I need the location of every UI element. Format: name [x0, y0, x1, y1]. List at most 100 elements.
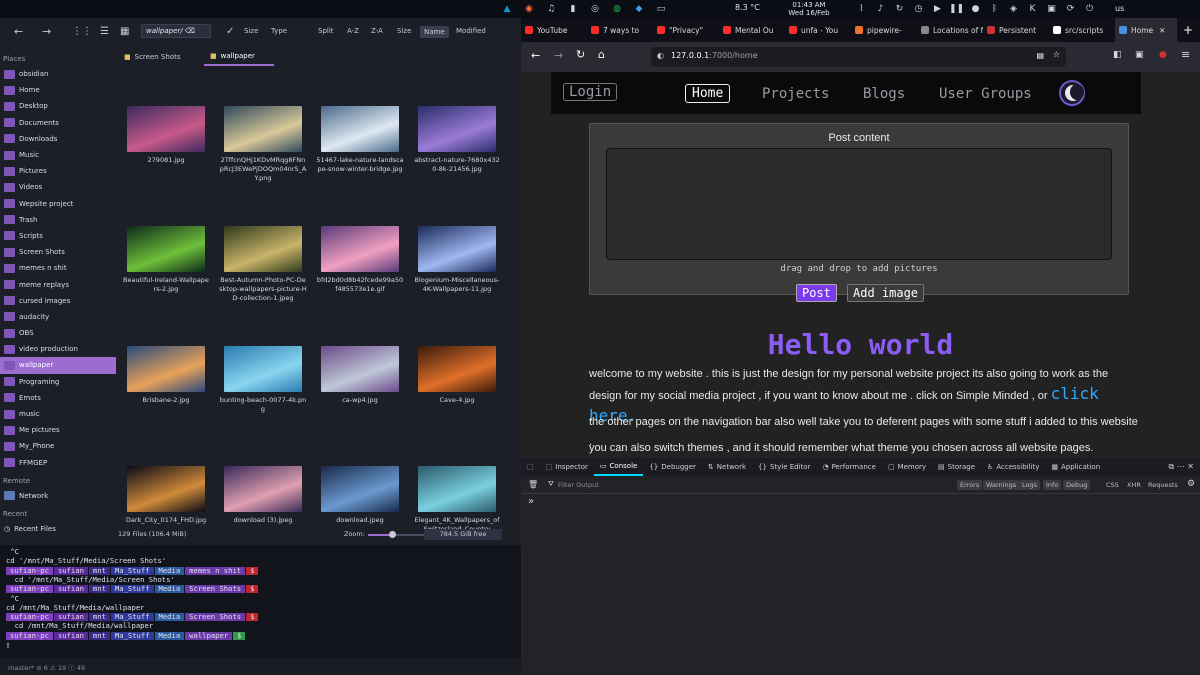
back-icon[interactable]: ←	[14, 25, 23, 38]
browser-tab[interactable]: src/scripts	[1049, 18, 1115, 42]
settings-icon[interactable]: ⚙	[1187, 479, 1195, 489]
devtools-tab-application[interactable]: ▦ Application	[1045, 458, 1106, 476]
sidebar-item-my-phone[interactable]: My_Phone	[0, 438, 116, 454]
nav-blogs[interactable]: Blogs	[858, 84, 910, 104]
file-item[interactable]: bfd2bd0d8b42fcede99a50f485573e1e.gif	[312, 226, 408, 294]
files-icon[interactable]: ▭	[654, 2, 668, 16]
browser-tab[interactable]: Locations of f	[917, 18, 983, 42]
tab-wallpaper[interactable]: ■ wallpaper	[204, 48, 274, 66]
sort-za-button[interactable]: Z-A	[371, 27, 383, 35]
post-textarea[interactable]	[606, 148, 1112, 260]
forward-icon[interactable]: →	[554, 49, 563, 62]
sidebar-item-network[interactable]: Network	[0, 488, 116, 504]
kde-icon[interactable]: K	[1026, 2, 1040, 16]
log-level-debug[interactable]: Debug	[1063, 480, 1091, 490]
file-item[interactable]: download.jpeg	[312, 466, 408, 525]
file-item[interactable]: Dark_City_0174_FHD.jpg	[118, 466, 214, 525]
filter-requests[interactable]: Requests	[1145, 480, 1181, 490]
sort-modified-button[interactable]: Modified	[456, 27, 486, 35]
devtools-tab-network[interactable]: ⇅ Network	[702, 458, 752, 476]
extension-icon[interactable]: ▣	[1135, 50, 1144, 60]
file-item[interactable]: Beautiful-Ireland-Wallpapers-2.jpg	[118, 226, 214, 294]
browser-tab[interactable]: 7 ways to	[587, 18, 653, 42]
sidebar-item-ffmgep[interactable]: FFMGEP	[0, 455, 116, 471]
trash-icon[interactable]: 🗑	[528, 480, 538, 489]
bluetooth-icon[interactable]: ᛒ	[988, 2, 1002, 16]
devtools-window-controls[interactable]: ⧉ ⋯ ✕	[1168, 462, 1194, 472]
browser-tab[interactable]: Home ✕	[1115, 18, 1177, 42]
sidebar-item-emots[interactable]: Emots	[0, 390, 116, 406]
sort-size-button[interactable]: Size	[244, 27, 258, 35]
browser-tab[interactable]: unfa - You	[785, 18, 851, 42]
url-bar[interactable]: ◐ 127.0.0.1:7000/home ▤ ☆	[651, 47, 1066, 67]
ublock-icon[interactable]: ●	[1159, 50, 1167, 60]
pick-element-icon[interactable]: ⬚	[521, 458, 540, 476]
devtools-tab-debugger[interactable]: {} Debugger	[643, 458, 702, 476]
post-button[interactable]: Post	[796, 284, 837, 302]
sidebar-item-scripts[interactable]: Scripts	[0, 228, 116, 244]
sort-name-button[interactable]: Name	[420, 26, 449, 38]
new-tab-icon[interactable]: +	[1183, 23, 1193, 37]
file-item[interactable]: Best-Autumn-Photo-PC-Desktop-wallpapers-…	[215, 226, 311, 303]
file-item[interactable]: abstract-nature-7680x4320-8k-21456.jpg	[409, 106, 505, 174]
update-icon[interactable]: ⟳	[1064, 2, 1078, 16]
menu-icon[interactable]: ≡	[1181, 48, 1190, 61]
sidebar-item-pictures[interactable]: Pictures	[0, 163, 116, 179]
devtools-tab-console[interactable]: ▭ Console	[593, 458, 644, 476]
forward-icon[interactable]: →	[42, 25, 51, 38]
reader-icon[interactable]: ▤	[1036, 51, 1044, 60]
log-level-errors[interactable]: Errors	[957, 480, 983, 490]
log-level-logs[interactable]: Logs	[1019, 480, 1040, 490]
steam-icon[interactable]: ◎	[588, 2, 602, 16]
confirm-path-icon[interactable]: ✓	[226, 26, 234, 37]
reload-icon[interactable]: ↻	[576, 48, 585, 61]
firefox-icon[interactable]: ◉	[522, 2, 536, 16]
sort-size-alt-button[interactable]: Size	[397, 27, 411, 35]
vscode-icon[interactable]: ◆	[632, 2, 646, 16]
browser-tab[interactable]: Mental Ou	[719, 18, 785, 42]
sidebar-item-cursed-images[interactable]: cursed images	[0, 293, 116, 309]
refresh-icon[interactable]: ↻	[893, 2, 907, 16]
file-item[interactable]: Blogenium-Miscellaneous-4K-Wallpapers-11…	[409, 226, 505, 294]
sidebar-item-screen-shots[interactable]: Screen Shots	[0, 244, 116, 260]
path-input[interactable]: wallpaper/ ⌫	[141, 24, 211, 38]
record-icon[interactable]: ●	[969, 2, 983, 16]
browser-tab[interactable]: YouTube	[521, 18, 587, 42]
console-prompt[interactable]: »	[528, 496, 534, 507]
sidebar-item-obsidian[interactable]: obsidian	[0, 66, 116, 82]
home-icon[interactable]: ⌂	[598, 48, 605, 61]
file-item[interactable]: ca-wp4.jpg	[312, 346, 408, 405]
log-level-warnings[interactable]: Warnings	[983, 480, 1020, 490]
sidebar-item-downloads[interactable]: Downloads	[0, 131, 116, 147]
grid-view-icon[interactable]: ⋮⋮	[72, 26, 92, 37]
theme-toggle[interactable]	[1059, 80, 1085, 106]
sidebar-item-video-production[interactable]: video production	[0, 341, 116, 357]
bookmark-icon[interactable]: ☆	[1053, 50, 1060, 59]
list-view-icon[interactable]: ☰	[100, 26, 109, 37]
nav-home[interactable]: Home	[685, 84, 731, 103]
file-item[interactable]: 279081.jpg	[118, 106, 214, 165]
volume-icon[interactable]: ♪	[874, 2, 888, 16]
devtools-tab-performance[interactable]: ◔ Performance	[816, 458, 881, 476]
pocket-icon[interactable]: ◧	[1113, 50, 1122, 60]
browser-tab[interactable]: Persistent	[983, 18, 1049, 42]
sidebar-item-documents[interactable]: Documents	[0, 115, 116, 131]
zoom-slider-handle[interactable]	[389, 531, 396, 538]
nav-user-groups[interactable]: User Groups	[934, 84, 1037, 104]
sidebar-item-programing[interactable]: Programing	[0, 374, 116, 390]
sidebar-item-wallpaper[interactable]: wallpaper	[0, 357, 116, 374]
sidebar-item-videos[interactable]: Videos	[0, 179, 116, 195]
pause-icon[interactable]: ❚❚	[949, 2, 964, 16]
sidebar-item-audacity[interactable]: audacity	[0, 309, 116, 325]
file-item[interactable]: Elegant_4K_Wallpapers_of Switzerland_Cou…	[409, 466, 505, 534]
file-item[interactable]: 2TffcnQHj1KDvMRqg8FNnpRcJ3EWePjDOQm04nrS…	[215, 106, 311, 183]
file-item[interactable]: download (3).jpeg	[215, 466, 311, 525]
split-button[interactable]: Split	[318, 27, 334, 35]
terminal-icon[interactable]: ▮	[566, 2, 580, 16]
sidebar-item-music[interactable]: Music	[0, 147, 116, 163]
terminal[interactable]: ^C cd '/mnt/Ma_Stuff/Media/Screen Shots' s…	[0, 545, 521, 658]
devtools-tab-memory[interactable]: ▢ Memory	[882, 458, 932, 476]
screenshot-icon[interactable]: ▣	[1045, 2, 1059, 16]
sidebar-item-music[interactable]: music	[0, 406, 116, 422]
sidebar-item-meme-replays[interactable]: meme replays	[0, 276, 116, 292]
